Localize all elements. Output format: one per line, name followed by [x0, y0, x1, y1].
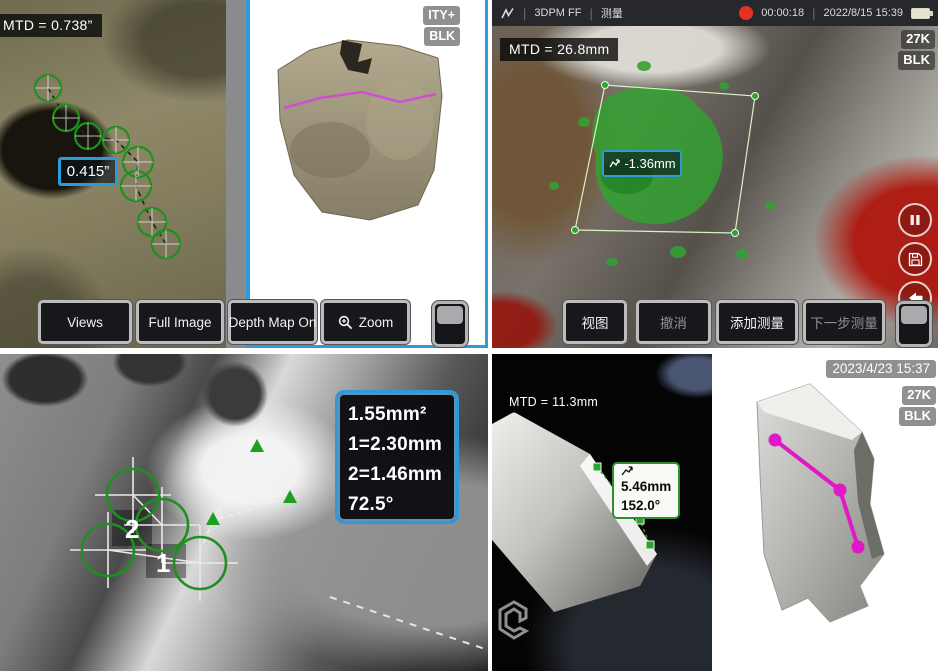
- cursor-label-1: 1: [156, 548, 170, 578]
- badge-blk: BLK: [898, 51, 935, 70]
- magnifier-icon: [338, 315, 353, 330]
- depth-map-button[interactable]: Depth Map On: [228, 300, 317, 344]
- angle-value: 152.0°: [621, 496, 671, 515]
- angle-result: 72.5°: [348, 490, 456, 520]
- length2-result: 2=1.46mm: [348, 460, 456, 490]
- divider: |: [589, 6, 592, 21]
- toggle-upper-half: [901, 306, 927, 324]
- badge-quality: ITY+: [423, 6, 460, 25]
- views-button[interactable]: 视图: [563, 300, 627, 344]
- record-dot-icon[interactable]: [739, 6, 753, 20]
- save-icon: [908, 252, 923, 267]
- area-measure-triangles[interactable]: [206, 439, 297, 525]
- divider: |: [812, 6, 815, 21]
- depth-map-label: Depth Map On: [229, 315, 317, 330]
- mode-label[interactable]: 3DPM FF: [534, 7, 581, 19]
- brand-logo-icon: [500, 7, 515, 20]
- zoom-button[interactable]: Zoom: [321, 300, 410, 344]
- mtd-text: MTD = 26.8mm: [509, 41, 609, 57]
- measurement-screens-collage: MTD = 0.738” 0.415” ITY+: [0, 0, 938, 671]
- depth-value-box[interactable]: -1.36mm: [602, 150, 682, 177]
- pause-button[interactable]: [898, 203, 932, 237]
- image-mode-badges: ITY+ BLK: [423, 6, 460, 46]
- panel-stereo-measure-inch: MTD = 0.738” 0.415” ITY+: [0, 0, 488, 348]
- mtd-text: MTD = 11.3mm: [509, 395, 598, 409]
- area-dashed-lines: [200, 447, 290, 550]
- length-angle-value-box[interactable]: 5.46mm 152.0°: [612, 462, 680, 519]
- mtd-text: MTD = 0.738”: [3, 17, 93, 33]
- views-button[interactable]: Views: [38, 300, 132, 344]
- datetime-badge: 2023/4/23 15:37: [826, 360, 936, 378]
- length-value: 5.46mm: [621, 479, 671, 494]
- fragment-shading: [290, 122, 370, 178]
- badge-blk: BLK: [899, 407, 936, 426]
- save-button[interactable]: [898, 242, 932, 276]
- measurement-value-box[interactable]: 0.415”: [58, 157, 118, 186]
- badge-27k: 27K: [901, 30, 935, 49]
- cube-logo-icon: [500, 602, 526, 638]
- next-measurement-label: 下一步测量: [810, 312, 878, 332]
- length1-result: 1=2.30mm: [348, 430, 456, 460]
- toggle-upper-half: [437, 306, 463, 324]
- divider: |: [523, 6, 526, 21]
- undo-label: 撤消: [660, 312, 687, 332]
- add-measurement-button[interactable]: 添加测量: [716, 300, 798, 344]
- measurement-value: 0.415”: [67, 163, 110, 180]
- status-bar: | 3DPM FF | 测量 00:00:18 | 2022/8/15 15:3…: [492, 0, 938, 26]
- next-measurement-button[interactable]: 下一步测量: [803, 300, 885, 344]
- views-label: Views: [67, 315, 103, 330]
- image-mode-badges: 27K BLK: [898, 30, 935, 70]
- datetime: 2022/8/15 15:39: [823, 7, 903, 19]
- edge-dashed-line: [330, 597, 488, 650]
- views-label: 视图: [582, 312, 609, 332]
- fragment-highlight: [366, 80, 434, 160]
- panel-length-angle-measure: MTD = 11.3mm 5.46mm 152.0°: [492, 354, 938, 671]
- mtd-label: MTD = 26.8mm: [500, 38, 618, 61]
- badge-27k: 27K: [902, 386, 936, 405]
- panel-3dpm-measure-metric: | 3DPM FF | 测量 00:00:18 | 2022/8/15 15:3…: [492, 0, 938, 348]
- mtd-label: MTD = 0.738”: [0, 14, 102, 37]
- point-cloud-view[interactable]: 2023/4/23 15:37 27K BLK: [712, 354, 938, 671]
- area-result: 1.55mm²: [348, 400, 456, 430]
- length-angle-icon: [621, 466, 633, 477]
- pause-icon: [909, 214, 921, 226]
- depth-value: -1.36mm: [624, 156, 675, 171]
- measurement-results-box[interactable]: 1.55mm² 1=2.30mm 2=1.46mm 72.5°: [335, 390, 459, 524]
- joystick-toggle[interactable]: [432, 301, 468, 347]
- menu-label[interactable]: 测量: [601, 5, 623, 21]
- joystick-toggle[interactable]: [896, 301, 932, 347]
- badge-blk: BLK: [424, 27, 460, 46]
- point-cloud-view[interactable]: ITY+ BLK: [246, 0, 488, 348]
- panel-divider-gutter: [226, 0, 246, 348]
- depth-profile-icon: [608, 157, 621, 170]
- image-mode-badges: 2023/4/23 15:37 27K BLK: [826, 360, 936, 426]
- full-image-label: Full Image: [148, 315, 211, 330]
- add-measurement-label: 添加测量: [730, 312, 784, 332]
- battery-icon: [911, 8, 930, 19]
- point-cloud-render: [250, 0, 485, 342]
- panel-area-angle-measure: 2 1 1.55mm² 1=2.30mm 2=1.46mm 72.5°: [0, 354, 488, 671]
- full-image-button[interactable]: Full Image: [136, 300, 224, 344]
- mtd-label: MTD = 11.3mm: [500, 392, 607, 413]
- cursor-label-2: 2: [125, 514, 139, 544]
- record-time: 00:00:18: [761, 7, 804, 19]
- length-row: 5.46mm: [621, 466, 671, 496]
- undo-button[interactable]: 撤消: [636, 300, 711, 344]
- zoom-label: Zoom: [359, 315, 394, 330]
